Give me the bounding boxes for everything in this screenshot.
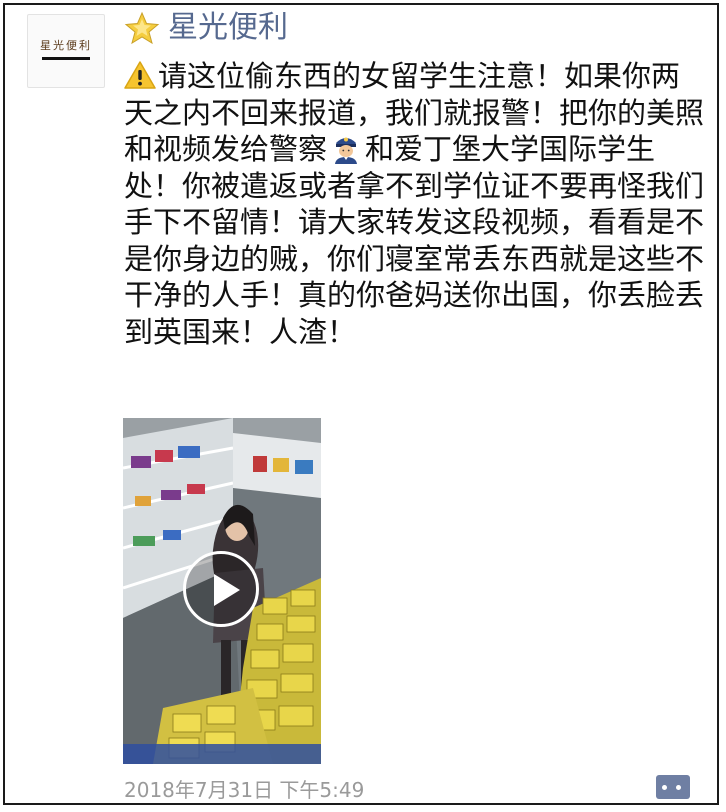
avatar-logo-text: 星光便利 [40,39,92,52]
post-timestamp: 2018年7月31日 下午5:49 [124,778,365,802]
play-button[interactable] [183,551,259,627]
comment-button[interactable] [656,775,690,799]
post-header: 星光便利 [124,8,288,48]
comment-icon-dot [676,785,681,790]
video-thumbnail[interactable] [123,418,321,764]
post-message: 请这位偷东西的女留学生注意！如果你两天之内不回来报道，我们就报警！把你的美照和视… [124,58,704,350]
comment-icon [662,785,667,790]
star-icon [124,11,160,45]
play-icon [214,574,240,606]
account-name[interactable]: 星光便利 [168,8,288,48]
warning-icon [124,61,156,89]
avatar-logo-underline [42,57,90,60]
avatar[interactable]: 星光便利 [27,14,105,88]
police-officer-icon [335,137,358,164]
